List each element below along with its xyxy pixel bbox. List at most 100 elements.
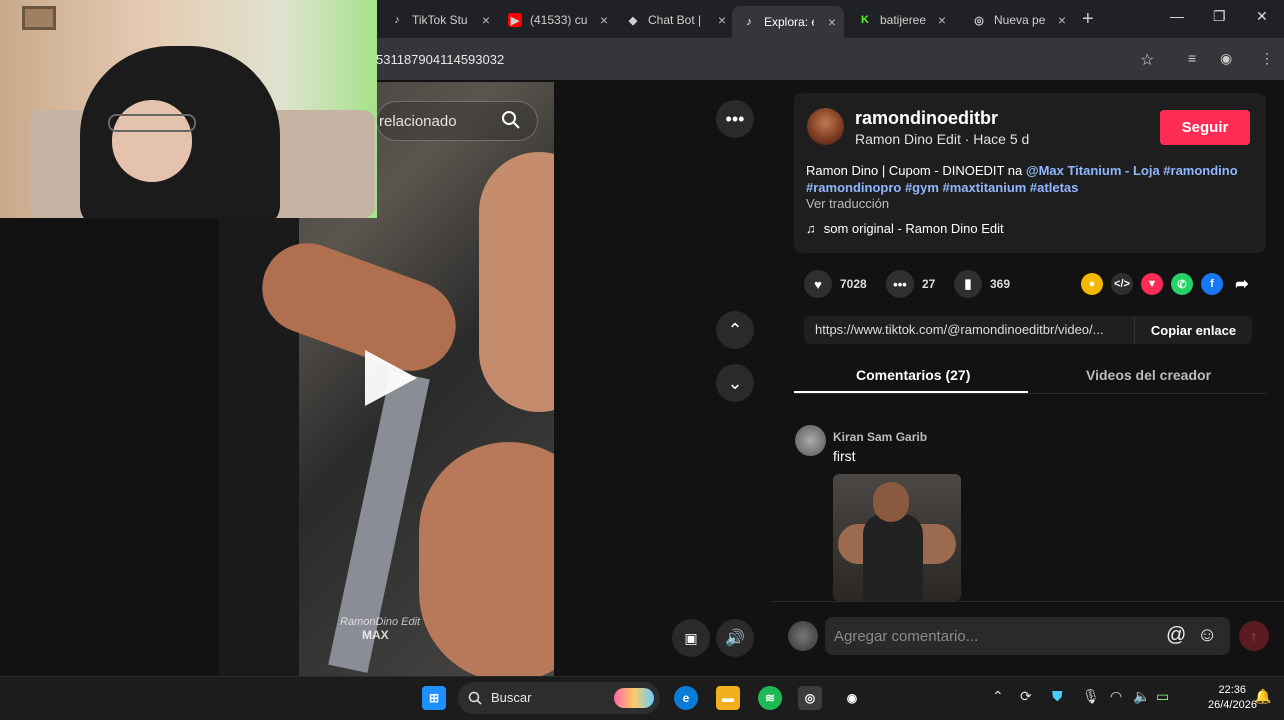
video-watermark-brand: MAX — [362, 628, 389, 642]
sync-icon[interactable]: ⟳ — [1020, 688, 1032, 705]
close-tab-icon[interactable]: × — [828, 14, 836, 30]
tiktok-icon: ♪ — [746, 16, 752, 28]
edge-icon[interactable]: e — [674, 686, 698, 710]
taskbar-clock[interactable]: 22:36 26/4/2026 — [1208, 683, 1257, 713]
menu-dots-icon[interactable]: ⋮ — [1260, 50, 1274, 67]
more-options-icon[interactable]: ••• — [716, 100, 754, 138]
chrome-icon[interactable]: ◎ — [798, 686, 822, 710]
security-icon[interactable]: ⛊ — [1052, 688, 1063, 705]
facebook-icon[interactable]: f — [1201, 273, 1223, 295]
chevron-up-icon[interactable]: ⌃ — [716, 311, 754, 349]
coin-icon[interactable]: ● — [1081, 273, 1103, 295]
tab-explora[interactable]: ♪ Explora: e × — [732, 6, 844, 38]
user-avatar — [788, 621, 818, 651]
bookmark-icon[interactable]: ▮ — [954, 270, 982, 298]
share-arrow-icon[interactable]: ➦ — [1231, 273, 1253, 295]
spotify-icon[interactable]: ≋ — [758, 686, 782, 710]
obs-icon[interactable]: ◉ — [840, 686, 864, 710]
comment-bubble-icon[interactable]: ••• — [886, 270, 914, 298]
comment-author[interactable]: Kiran Sam Garib — [833, 430, 927, 444]
screen: ♪ TikTok Stu × ▶ (41533) cu × ◆ Chat Bot… — [0, 0, 1284, 720]
video-scene — [419, 442, 554, 676]
like-stat[interactable]: ♥ 7028 — [804, 270, 867, 298]
tab-youtube[interactable]: ▶ (41533) cu × — [498, 6, 616, 34]
tab-tiktok-studio[interactable]: ♪ TikTok Stu × — [380, 6, 498, 34]
close-tab-icon[interactable]: × — [600, 12, 608, 28]
url-text[interactable]: 531187904114593032 — [376, 52, 504, 67]
tab-chat-bot[interactable]: ◆ Chat Bot | × — [616, 6, 734, 34]
close-window-icon[interactable]: ✕ — [1256, 8, 1268, 25]
profile-avatar-icon[interactable]: ◉ — [1220, 50, 1232, 67]
comment-count: 27 — [922, 277, 936, 291]
save-count: 369 — [990, 277, 1011, 291]
tray-overflow-icon[interactable]: ⌃ — [992, 688, 1004, 705]
copy-link-button[interactable]: Copiar enlace — [1134, 316, 1252, 344]
link-box: https://www.tiktok.com/@ramondinoeditbr/… — [804, 316, 1252, 344]
notification-bell-icon[interactable]: 🔔 — [1254, 688, 1271, 705]
follow-button[interactable]: Seguir — [1160, 110, 1250, 145]
description-tags[interactable]: @Max Titanium - Loja #ramondino — [1026, 163, 1238, 178]
bookmark-star-icon[interactable]: ☆ — [1140, 50, 1154, 70]
tab-comments[interactable]: Comentarios (27) — [856, 367, 970, 383]
media-control-icon[interactable]: ≡ — [1188, 50, 1196, 66]
tab-kick[interactable]: K batijeree × — [848, 6, 954, 34]
tiktok-icon: ♪ — [394, 14, 400, 26]
chevron-down-icon[interactable]: ⌄ — [716, 364, 754, 402]
chatbot-icon: ◆ — [628, 14, 638, 27]
close-tab-icon[interactable]: × — [718, 12, 726, 28]
taskbar-search[interactable]: Buscar — [458, 682, 660, 714]
search-highlight-icon — [614, 688, 654, 708]
webcam-overlay — [0, 0, 377, 218]
kick-icon: K — [861, 14, 869, 26]
battery-icon[interactable]: ▭ — [1156, 688, 1169, 705]
comment-image[interactable] — [833, 474, 961, 601]
windows-start-icon[interactable]: ⊞ — [422, 686, 446, 710]
music-note-icon: ♫ — [806, 221, 816, 236]
creator-username[interactable]: ramondinoeditbr — [855, 108, 998, 129]
embed-icon[interactable]: </> — [1111, 273, 1133, 295]
search-icon[interactable] — [501, 110, 521, 130]
music-title: som original - Ramon Dino Edit — [823, 221, 1004, 236]
creator-avatar[interactable] — [807, 108, 844, 145]
webcam-scene — [112, 100, 192, 182]
mini-player-icon[interactable]: ▣ — [672, 619, 710, 657]
tab-creator-videos[interactable]: Videos del creador — [1086, 367, 1211, 383]
volume-icon[interactable]: 🔊 — [716, 619, 754, 657]
see-translation-link[interactable]: Ver traducción — [806, 196, 889, 211]
microphone-icon[interactable]: 🎙 — [1082, 688, 1100, 705]
webcam-scene — [22, 6, 56, 30]
send-to-friends-icon[interactable]: ▼ — [1141, 273, 1163, 295]
emoji-icon[interactable]: ☺ — [1197, 624, 1217, 647]
play-icon[interactable] — [365, 350, 417, 406]
webcam-scene — [108, 114, 196, 132]
whatsapp-icon[interactable]: ✆ — [1171, 273, 1193, 295]
related-search-bar[interactable]: relacionado — [376, 101, 538, 141]
close-tab-icon[interactable]: × — [1058, 12, 1066, 28]
tab-new-page[interactable]: ◎ Nueva pe × — [962, 6, 1074, 34]
file-explorer-icon[interactable]: ▬ — [716, 686, 740, 710]
taskbar-search-label: Buscar — [491, 690, 532, 705]
save-stat[interactable]: ▮ 369 — [954, 270, 1010, 298]
commenter-avatar[interactable] — [795, 425, 826, 456]
music-link[interactable]: ♫ som original - Ramon Dino Edit — [806, 221, 1004, 236]
wifi-icon[interactable]: ◠ — [1110, 688, 1122, 705]
description-text: Ramon Dino | Cupom - DINOEDIT na — [806, 163, 1026, 178]
mention-icon[interactable]: @ — [1166, 624, 1186, 647]
minimize-icon[interactable]: — — [1170, 8, 1184, 24]
new-tab-icon[interactable]: + — [1082, 8, 1094, 31]
speaker-icon[interactable]: 🔈 — [1133, 688, 1150, 705]
close-tab-icon[interactable]: × — [938, 12, 946, 28]
post-comment-button[interactable]: ↑ — [1239, 621, 1269, 651]
close-tab-icon[interactable]: × — [482, 12, 490, 28]
video-link[interactable]: https://www.tiktok.com/@ramondinoeditbr/… — [815, 322, 1131, 337]
comment-stat[interactable]: ••• 27 — [886, 270, 935, 298]
description-hashtags[interactable]: #ramondinopro #gym #maxtitanium #atletas — [806, 180, 1078, 195]
comment-text: first — [833, 448, 856, 464]
like-count: 7028 — [840, 277, 867, 291]
maximize-icon[interactable]: ❐ — [1213, 8, 1226, 25]
post-description: Ramon Dino | Cupom - DINOEDIT na @Max Ti… — [806, 162, 1256, 196]
video-watermark: RamonDino Edit — [340, 616, 421, 628]
heart-icon[interactable]: ♥ — [804, 270, 832, 298]
panel-tabs: Comentarios (27) Videos del creador — [794, 362, 1266, 394]
clock-date: 26/4/2026 — [1208, 699, 1257, 711]
